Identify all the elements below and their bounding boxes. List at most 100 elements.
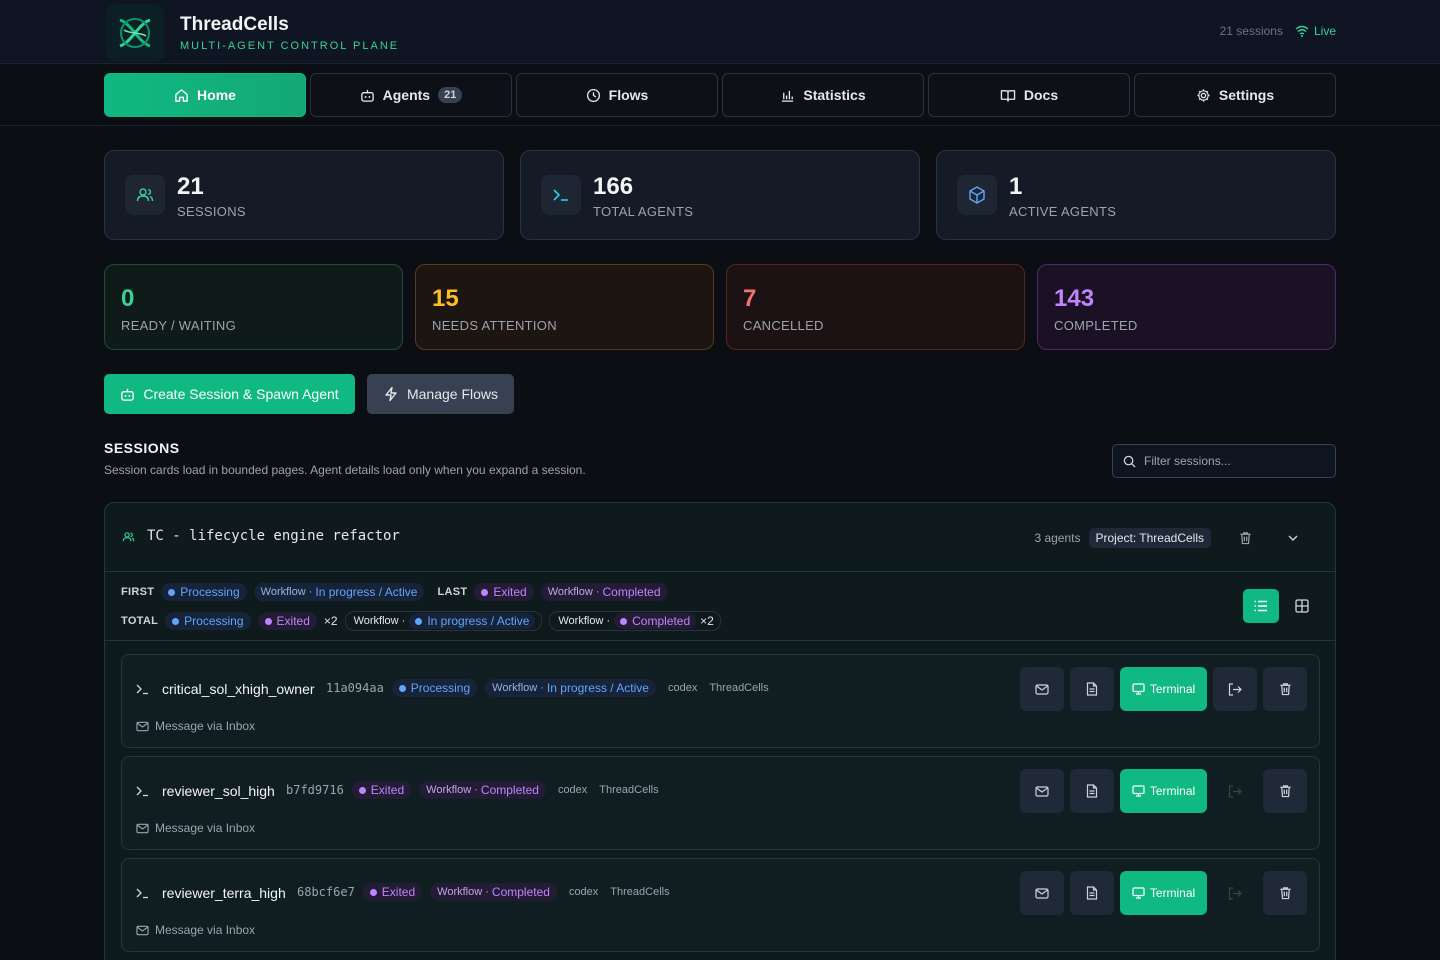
status-badge: Exited: [474, 583, 534, 601]
stat-icon-wrap: [541, 175, 581, 215]
status-attention-label: NEEDS ATTENTION: [432, 318, 557, 333]
book-icon: [1000, 89, 1016, 102]
create-session-label: Create Session & Spawn Agent: [143, 386, 339, 402]
logout-icon: [1228, 682, 1242, 696]
terminal-prompt-icon: [136, 888, 148, 899]
monitor-icon: [1132, 683, 1145, 695]
manage-flows-label: Manage Flows: [406, 386, 499, 402]
agent-meta: 68bcf6e7 Exited Workflow · Completed code…: [297, 883, 670, 901]
mail-icon: [1035, 683, 1049, 695]
mail-button[interactable]: [1020, 769, 1064, 813]
workflow-key: Workflow ·: [260, 586, 313, 598]
create-session-button[interactable]: Create Session & Spawn Agent: [104, 374, 355, 414]
exit-button[interactable]: [1213, 667, 1257, 711]
message-label: Message via Inbox: [155, 923, 256, 937]
agent-actions: Terminal: [1020, 769, 1307, 813]
workflow-value: Completed: [491, 885, 550, 899]
session-name: TC - lifecycle engine refactor: [147, 528, 400, 544]
stat-active-agents-label: ACTIVE AGENTS: [1009, 204, 1117, 219]
tab-docs[interactable]: Docs: [928, 73, 1130, 117]
message-via-inbox[interactable]: Message via Inbox: [136, 821, 255, 835]
agent-hash: 11a094aa: [326, 681, 384, 695]
tab-home[interactable]: Home: [104, 73, 306, 117]
document-button[interactable]: [1070, 667, 1114, 711]
agent-tool-tag: codex: [667, 682, 698, 694]
filter-sessions-input[interactable]: [1144, 454, 1324, 468]
workflow-key: Workflow ·: [437, 886, 489, 898]
workflow-value: In progress / Active: [315, 585, 418, 599]
delete-agent-button[interactable]: [1263, 667, 1307, 711]
trash-icon: [1279, 887, 1291, 900]
tab-agents-label: Agents: [382, 87, 431, 103]
mail-button[interactable]: [1020, 871, 1064, 915]
grid-view-button[interactable]: [1287, 589, 1317, 623]
status-text: Exited: [276, 614, 310, 628]
delete-agent-button[interactable]: [1263, 769, 1307, 813]
delete-agent-button[interactable]: [1263, 871, 1307, 915]
document-button[interactable]: [1070, 871, 1114, 915]
message-via-inbox[interactable]: Message via Inbox: [136, 923, 255, 937]
filter-sessions[interactable]: [1112, 444, 1336, 478]
status-text: Processing: [184, 614, 244, 628]
bar-chart-icon: [782, 90, 794, 102]
status-text: Exited: [370, 783, 405, 797]
home-icon: [175, 88, 188, 102]
trash-icon: [1279, 785, 1291, 798]
agent-name[interactable]: reviewer_terra_high: [162, 885, 286, 901]
stat-sessions-value: 21: [177, 173, 204, 200]
status-badge: Completed: [614, 613, 697, 629]
exit-button: [1213, 871, 1257, 915]
workflow-value: In progress / Active: [546, 681, 649, 695]
status-card-ready[interactable]: 0 READY / WAITING: [104, 264, 403, 350]
document-button[interactable]: [1070, 769, 1114, 813]
threadcells-logo[interactable]: [106, 4, 164, 62]
terminal-label: Terminal: [1149, 682, 1196, 696]
top-bar: ThreadCells MULTI-AGENT CONTROL PLANE 21…: [0, 0, 1440, 64]
delete-session-button[interactable]: [1231, 527, 1259, 549]
status-completed-label: COMPLETED: [1054, 318, 1138, 333]
message-label: Message via Inbox: [155, 821, 256, 835]
stat-active-agents-value: 1: [1009, 173, 1023, 200]
cube-icon: [969, 186, 985, 204]
stat-card-active-agents: 1 ACTIVE AGENTS: [936, 150, 1336, 240]
status-card-cancelled[interactable]: 7 CANCELLED: [726, 264, 1025, 350]
tab-statistics[interactable]: Statistics: [722, 73, 924, 117]
session-agents-count: 3 agents: [1034, 531, 1081, 545]
stat-icon-wrap: [125, 175, 165, 215]
expand-session-button[interactable]: [1279, 527, 1307, 549]
status-badge: Processing: [165, 612, 251, 630]
stat-card-sessions: 21 SESSIONS: [104, 150, 504, 240]
tab-agents[interactable]: Agents 21: [310, 73, 512, 117]
status-badge: Processing: [161, 583, 247, 601]
first-label: FIRST: [121, 586, 155, 598]
message-via-inbox[interactable]: Message via Inbox: [136, 719, 255, 733]
session-header[interactable]: TC - lifecycle engine refactor 3 agents …: [105, 503, 1335, 572]
manage-flows-button[interactable]: Manage Flows: [367, 374, 514, 414]
list-view-button[interactable]: [1243, 589, 1279, 623]
workflow-group: Workflow · Completed ×2: [549, 611, 721, 631]
live-indicator: Live: [1295, 24, 1336, 38]
mail-icon: [136, 823, 149, 833]
terminal-button[interactable]: Terminal: [1120, 871, 1207, 915]
agent-meta: b7fd9716 Exited Workflow · Completed code…: [286, 781, 659, 799]
status-card-needs-attention[interactable]: 15 NEEDS ATTENTION: [415, 264, 714, 350]
terminal-button[interactable]: Terminal: [1120, 769, 1207, 813]
workflow-badge: Workflow · In progress / Active: [253, 583, 425, 601]
robot-icon: [360, 89, 374, 102]
document-icon: [1086, 784, 1098, 798]
agent-hash: b7fd9716: [286, 783, 344, 797]
document-icon: [1086, 682, 1098, 696]
users-icon: [136, 188, 154, 202]
terminal-button[interactable]: Terminal: [1120, 667, 1207, 711]
tab-statistics-label: Statistics: [803, 87, 866, 103]
tab-settings[interactable]: Settings: [1134, 73, 1336, 117]
status-card-completed[interactable]: 143 COMPLETED: [1037, 264, 1336, 350]
agent-name[interactable]: reviewer_sol_high: [162, 783, 275, 799]
mail-button[interactable]: [1020, 667, 1064, 711]
tab-flows[interactable]: Flows: [516, 73, 718, 117]
agent-project-tag: ThreadCells: [599, 784, 659, 796]
agents-count-badge: 21: [438, 87, 463, 103]
agent-name[interactable]: critical_sol_xhigh_owner: [162, 681, 315, 697]
tab-docs-label: Docs: [1023, 87, 1059, 103]
multiplier: ×2: [700, 614, 714, 628]
